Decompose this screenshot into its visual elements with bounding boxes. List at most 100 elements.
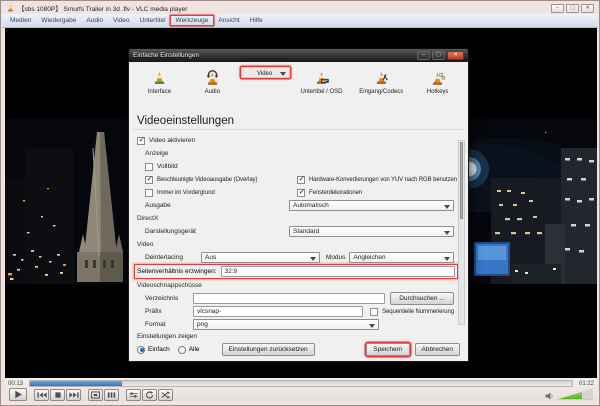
shuffle-icon: [161, 390, 170, 399]
play-icon: [14, 390, 22, 399]
menu-ansicht[interactable]: Ansicht: [213, 16, 244, 25]
radio-label-einfach: Einfach: [148, 346, 170, 353]
loop-icon: [146, 390, 154, 398]
select-format[interactable]: png: [193, 319, 379, 330]
durchsuchen-button[interactable]: Durchsuchen ...: [390, 292, 454, 305]
checkbox-label: Video aktivieren: [149, 137, 196, 144]
menu-werkzeuge[interactable]: Werkzeuge: [171, 16, 214, 25]
checkbox-seq-nummerierung[interactable]: [370, 307, 379, 316]
tab-label: Eingang/Codecs: [359, 89, 404, 95]
seek-progress: [30, 381, 123, 386]
menu-hilfe[interactable]: Hilfe: [245, 16, 268, 25]
seek-bar[interactable]: [29, 380, 573, 387]
group-videoschnappschuesse: Videoschnappschüsse: [137, 282, 202, 289]
tab-label: Video: [256, 71, 273, 77]
extended-settings-button[interactable]: [126, 388, 141, 401]
dialog-scrollbar[interactable]: [458, 140, 465, 325]
label-verzeichnis: Verzeichnis: [145, 295, 179, 302]
cancel-button[interactable]: Abbrechen: [414, 343, 460, 356]
select-darstellungsgeraet[interactable]: Standard: [289, 226, 454, 237]
checkbox-label: Immer im Vordergrund: [157, 189, 215, 196]
random-button[interactable]: [158, 388, 173, 401]
group-anzeige: Anzeige: [145, 150, 169, 157]
volume-slider[interactable]: [557, 388, 593, 400]
tab-audio[interactable]: Audio: [188, 67, 237, 109]
tab-eingang-codecs[interactable]: Eingang/Codecs: [353, 67, 409, 109]
dialog-minimize-button[interactable]: –: [417, 51, 430, 60]
next-icon: [68, 391, 79, 398]
checkbox-video-aktivieren[interactable]: [137, 135, 145, 145]
menu-audio[interactable]: Audio: [81, 16, 108, 25]
dialog-body: Interface Audio Video Untertitel / OSD E…: [128, 62, 469, 362]
menu-video[interactable]: Video: [108, 16, 135, 25]
checkbox-label: Beschleunigte Videoausgabe (Overlay): [157, 176, 258, 183]
aspect-ratio-row: Seitenverhältnis erzwingen: 32:9: [134, 264, 458, 279]
scrollbar-thumb[interactable]: [460, 142, 463, 219]
aspect-ratio-input[interactable]: 32:9: [220, 266, 455, 277]
fullscreen-icon: [91, 390, 100, 399]
label-format: Format: [145, 321, 166, 328]
checkbox-fensterdekorationen[interactable]: [297, 187, 305, 197]
loop-button[interactable]: [142, 388, 157, 401]
group-video: Video: [137, 241, 154, 248]
verzeichnis-input[interactable]: [193, 293, 385, 304]
previous-button[interactable]: [34, 388, 49, 401]
select-modus[interactable]: Angleichen: [349, 252, 454, 263]
tab-video[interactable]: Video: [240, 67, 290, 78]
dialog-footer: Einstellungen zeigen Einfach Alle Einste…: [137, 333, 460, 356]
preferences-dialog: Einfache Einstellungen – ▢ ✕ Interface A…: [128, 48, 469, 362]
menu-wiedergabe[interactable]: Wiedergabe: [36, 16, 81, 25]
dialog-maximize-button[interactable]: ▢: [432, 51, 445, 60]
speaker-icon: [545, 391, 553, 400]
vlc-window: 【sbs 1080P】 Smurfs Trailer in 3d .flv - …: [0, 0, 600, 406]
label-modus: Modus: [325, 254, 346, 261]
stop-button[interactable]: [50, 388, 65, 401]
fullscreen-button[interactable]: [88, 388, 103, 401]
tab-hotkeys[interactable]: Hotkeys: [413, 67, 462, 109]
vlc-cone-hotkeys-icon: [432, 72, 446, 85]
select-deinterlacing[interactable]: Aus: [201, 252, 320, 263]
dialog-title: Einfache Einstellungen: [133, 52, 200, 59]
radio-einfach[interactable]: [137, 345, 145, 354]
label-darstellungsgeraet: Darstellungsgerät: [145, 228, 196, 235]
checkbox-yuv-rgb[interactable]: [297, 174, 305, 184]
window-titlebar: 【sbs 1080P】 Smurfs Trailer in 3d .flv - …: [2, 2, 598, 14]
tab-label: Audio: [204, 89, 220, 95]
radio-label-alle: Alle: [188, 346, 200, 353]
checkbox-overlay[interactable]: [145, 174, 153, 184]
group-directx: DirectX: [137, 215, 159, 222]
close-button[interactable]: ✕: [581, 3, 594, 13]
checkbox-label: Vollbild: [157, 163, 178, 170]
checkbox-label: Fensterdekorationen: [309, 189, 363, 196]
radio-alle[interactable]: [177, 345, 186, 354]
preferences-tabs: Interface Audio Video Untertitel / OSD E…: [129, 62, 468, 111]
previous-icon: [36, 391, 47, 398]
reset-settings-button[interactable]: Einstellungen zurücksetzen: [221, 343, 315, 356]
praefix-input[interactable]: vlcsnap-: [193, 306, 364, 317]
next-button[interactable]: [66, 388, 81, 401]
menu-untertitel[interactable]: Untertitel: [135, 16, 171, 25]
label-deinterlacing: Deinterlacing: [145, 254, 183, 261]
settings-show-label: Einstellungen zeigen: [137, 333, 197, 340]
tab-label: Hotkeys: [426, 89, 449, 95]
checkbox-label: Sequentielle Nummerierung: [382, 308, 454, 315]
page-title: Videoeinstellungen: [137, 115, 234, 127]
checkbox-label: Hardware-Konvertierungen von YUV nach RG…: [309, 176, 457, 183]
checkbox-vollbild[interactable]: [145, 162, 153, 171]
checkbox-vordergrund[interactable]: [145, 188, 153, 197]
save-button[interactable]: Speichern: [366, 343, 410, 356]
playlist-icon: [107, 391, 116, 398]
vlc-cone-headphones-icon: [207, 70, 218, 85]
vlc-cone-icon: [8, 4, 13, 11]
menu-medien[interactable]: Medien: [5, 16, 36, 25]
play-button[interactable]: [9, 388, 27, 401]
dialog-close-button[interactable]: ✕: [447, 51, 464, 60]
tab-untertitel-osd[interactable]: Untertitel / OSD: [294, 67, 350, 109]
tab-interface[interactable]: Interface: [135, 67, 184, 109]
playlist-button[interactable]: [104, 388, 119, 401]
dialog-titlebar: Einfache Einstellungen – ▢ ✕: [128, 48, 469, 62]
label-ausgabe: Ausgabe: [145, 202, 171, 209]
maximize-button[interactable]: ▢: [566, 3, 579, 13]
minimize-button[interactable]: –: [551, 3, 564, 13]
select-ausgabe[interactable]: Automatisch: [289, 200, 454, 211]
